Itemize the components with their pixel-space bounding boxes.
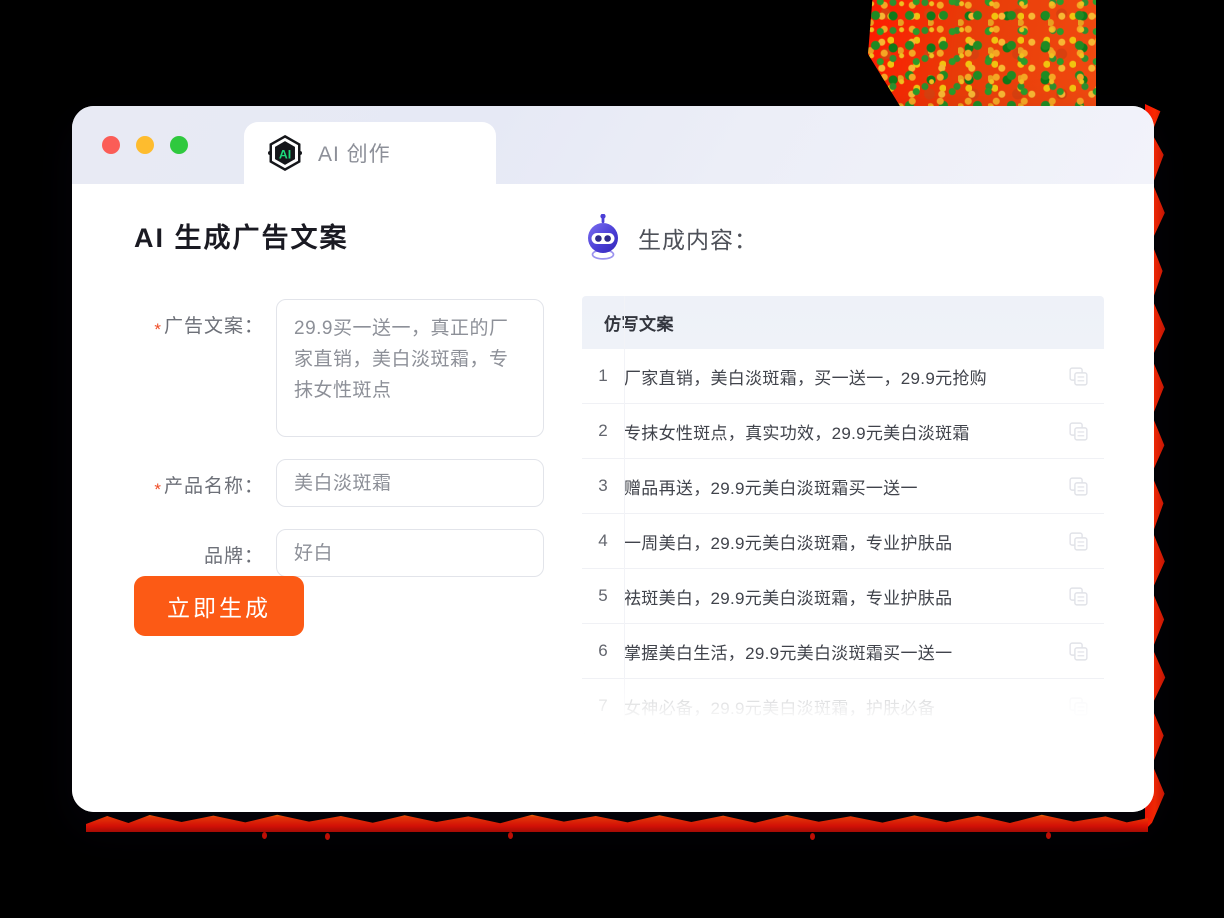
row-index: 4 xyxy=(598,531,608,550)
generate-button[interactable]: 立即生成 xyxy=(134,576,304,636)
row-index: 5 xyxy=(598,586,608,605)
table-row[interactable]: 3 赠品再送，29.9元美白淡斑霜买一送一 xyxy=(582,459,1104,514)
copy-icon[interactable] xyxy=(1069,421,1088,441)
results-table-header: 仿写文案 xyxy=(582,296,1104,349)
decorative-speck xyxy=(1046,832,1051,839)
results-header: 生成内容： xyxy=(582,214,1104,262)
row-text: 专抹女性斑点，真实功效，29.9元美白淡斑霜 xyxy=(624,423,970,443)
decorative-speck xyxy=(325,833,330,840)
column-separator xyxy=(624,296,625,734)
decorative-edge-bottom xyxy=(86,814,1148,832)
required-asterisk-icon: * xyxy=(154,480,162,499)
field-ad-copy: * 广告文案： 29.9买一送一，真正的厂家直销，美白淡斑霜，专抹女性斑点 xyxy=(134,299,572,437)
field-product-name-label: * 产品名称： xyxy=(134,459,276,499)
field-brand-label: 品牌： xyxy=(203,546,264,567)
minimize-button[interactable] xyxy=(136,136,154,154)
row-index: 7 xyxy=(598,696,608,715)
copy-icon[interactable] xyxy=(1069,476,1088,496)
window-body: AI 生成广告文案 * 广告文案： 29.9买一送一，真正的厂家直销，美白淡斑霜，… xyxy=(72,184,1154,812)
ai-hexagon-logo-icon: AI xyxy=(267,134,303,172)
copy-icon[interactable] xyxy=(1069,531,1088,551)
brand-input[interactable]: 好白 xyxy=(276,529,544,577)
required-asterisk-icon: * xyxy=(154,320,162,339)
field-product-name-label-text: 产品名称： xyxy=(163,476,264,497)
row-index: 3 xyxy=(598,476,608,495)
tab-label: AI 创作 xyxy=(318,143,391,166)
traffic-light-controls xyxy=(102,136,188,154)
table-row[interactable]: 2 专抹女性斑点，真实功效，29.9元美白淡斑霜 xyxy=(582,404,1104,459)
field-product-name: * 产品名称： 美白淡斑霜 xyxy=(134,459,572,507)
copy-icon[interactable] xyxy=(1069,586,1088,606)
decorative-texture-top-right xyxy=(868,0,1096,106)
results-table: 仿写文案 1 厂家直销，美白淡斑霜，买一送一，29.9元抢购 2 专抹女性斑点，… xyxy=(582,296,1104,734)
page-title: AI 生成广告文案 xyxy=(134,223,349,253)
row-text: 一周美白，29.9元美白淡斑霜，专业护肤品 xyxy=(624,533,953,553)
row-index: 1 xyxy=(598,366,608,385)
field-brand: 品牌： 好白 xyxy=(134,529,572,577)
field-ad-copy-label: * 广告文案： xyxy=(134,299,276,339)
row-text: 掌握美白生活，29.9元美白淡斑霜买一送一 xyxy=(624,643,953,663)
row-text: 祛斑美白，29.9元美白淡斑霜，专业护肤品 xyxy=(624,588,953,608)
row-index: 6 xyxy=(598,641,608,660)
form-panel: AI 生成广告文案 * 广告文案： 29.9买一送一，真正的厂家直销，美白淡斑霜，… xyxy=(72,184,572,812)
row-index: 2 xyxy=(598,421,608,440)
maximize-button[interactable] xyxy=(170,136,188,154)
product-name-input[interactable]: 美白淡斑霜 xyxy=(276,459,544,507)
robot-icon xyxy=(588,214,618,260)
ad-copy-textarea[interactable]: 29.9买一送一，真正的厂家直销，美白淡斑霜，专抹女性斑点 xyxy=(276,299,544,437)
table-row[interactable]: 1 厂家直销，美白淡斑霜，买一送一，29.9元抢购 xyxy=(582,349,1104,404)
row-text: 厂家直销，美白淡斑霜，买一送一，29.9元抢购 xyxy=(624,368,987,388)
app-window: AI AI 创作 AI 生成广告文案 * 广告文案： 29.9买一送一，真正的厂家… xyxy=(72,106,1154,812)
screenshot-stage: AI AI 创作 AI 生成广告文案 * 广告文案： 29.9买一送一，真正的厂家… xyxy=(0,0,1224,918)
results-heading: 生成内容： xyxy=(638,227,758,253)
tab-ai-creation[interactable]: AI AI 创作 xyxy=(244,122,496,188)
table-row[interactable]: 6 掌握美白生活，29.9元美白淡斑霜买一送一 xyxy=(582,624,1104,679)
row-text: 赠品再送，29.9元美白淡斑霜买一送一 xyxy=(624,478,918,498)
copy-icon[interactable] xyxy=(1069,641,1088,661)
table-row[interactable]: 7 女神必备，29.9元美白淡斑霜，护肤必备 xyxy=(582,679,1104,734)
window-titlebar: AI AI 创作 xyxy=(72,106,1154,188)
row-text: 女神必备，29.9元美白淡斑霜，护肤必备 xyxy=(624,698,936,718)
svg-text:AI: AI xyxy=(279,147,291,161)
copy-icon[interactable] xyxy=(1069,366,1088,386)
copy-icon[interactable] xyxy=(1069,696,1088,716)
field-ad-copy-label-text: 广告文案： xyxy=(163,316,264,337)
close-button[interactable] xyxy=(102,136,120,154)
table-row[interactable]: 5 祛斑美白，29.9元美白淡斑霜，专业护肤品 xyxy=(582,569,1104,624)
decorative-speck xyxy=(508,832,513,839)
table-row[interactable]: 4 一周美白，29.9元美白淡斑霜，专业护肤品 xyxy=(582,514,1104,569)
results-panel: 生成内容： 仿写文案 1 厂家直销，美白淡斑霜，买一送一，29.9元抢购 2 专… xyxy=(572,184,1154,812)
decorative-speck xyxy=(810,833,815,840)
decorative-speck xyxy=(262,832,267,839)
